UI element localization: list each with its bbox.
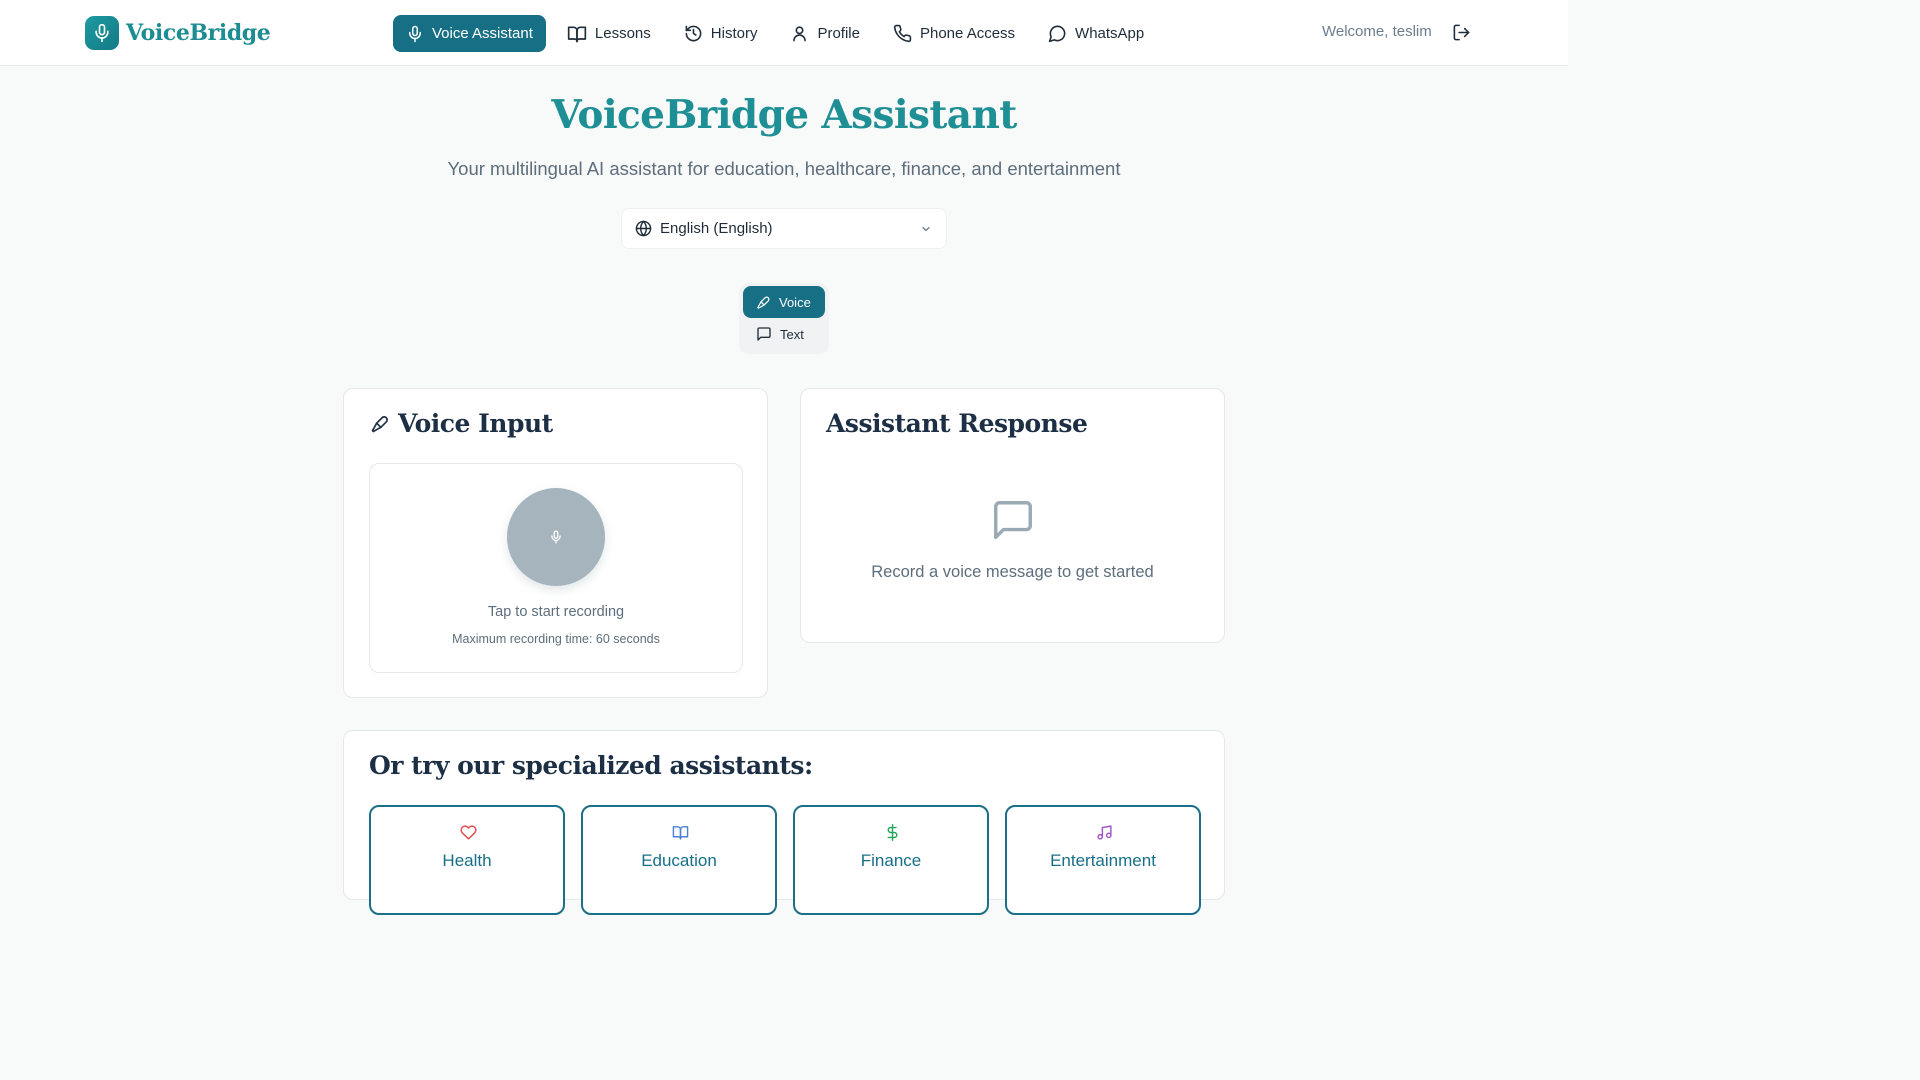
main-nav: Voice Assistant Lessons History Profile … [393,15,1165,52]
mode-voice-button[interactable]: Voice [743,286,825,318]
mic-icon [549,530,563,544]
history-icon [684,24,711,43]
nav-profile[interactable]: Profile [778,15,872,52]
assistant-label: Education [641,851,717,870]
logout-icon[interactable] [1452,23,1471,42]
nav-label: Voice Assistant [432,25,533,42]
assistant-finance-button[interactable]: Finance [793,805,989,915]
assistant-education-button[interactable]: Education [581,805,777,915]
microphone-icon [370,414,398,434]
brand-logo-link[interactable]: VoiceBridge [85,16,271,50]
nav-whatsapp[interactable]: WhatsApp [1036,15,1156,52]
nav-label: Phone Access [919,25,1016,42]
phone-icon [893,24,920,43]
dollar-icon [884,824,901,841]
mode-text-label: Text [780,326,804,342]
globe-icon [635,220,652,237]
assistant-response-card: Assistant Response Record a voice messag… [800,388,1225,643]
book-open-icon [567,24,595,44]
chat-bubble-icon [1048,24,1075,43]
book-open-icon [672,824,689,841]
welcome-text: Welcome, teslim [1322,23,1432,40]
chevron-down-icon [920,223,932,235]
chat-bubble-icon [756,326,780,342]
user-icon [790,24,817,43]
page-subtitle: Your multilingual AI assistant for educa… [447,158,1121,179]
nav-label: Profile [817,25,860,42]
page-title: VoiceBridge Assistant [551,92,1017,138]
message-square-icon [990,497,1036,543]
language-select[interactable]: English (English) [621,208,947,249]
max-recording-time: Maximum recording time: 60 seconds [452,632,660,646]
heart-icon [460,824,477,841]
record-button[interactable] [507,488,605,586]
nav-voice-assistant[interactable]: Voice Assistant [393,15,546,52]
brand-name: VoiceBridge [126,20,271,46]
mode-text-button[interactable]: Text [743,318,825,350]
assistant-entertainment-button[interactable]: Entertainment [1005,805,1201,915]
mic-icon [406,25,432,43]
specialized-assistants-card: Or try our specialized assistants: Healt… [343,730,1225,915]
nav-history[interactable]: History [672,15,770,52]
record-hint: Tap to start recording [487,604,625,620]
recording-area: Tap to start recording Maximum recording… [369,463,743,673]
response-empty-text: Record a voice message to get started [871,563,1154,581]
assistant-label: Finance [860,851,922,870]
assistant-health-button[interactable]: Health [369,805,565,915]
assistant-label: Health [442,851,492,870]
input-mode-toggle: Voice Text [739,283,829,354]
nav-lessons[interactable]: Lessons [555,15,663,52]
nav-label: WhatsApp [1075,25,1145,42]
assistant-label: Entertainment [1050,851,1156,870]
top-navigation-bar: VoiceBridge Voice Assistant Lessons Hist… [0,0,1568,66]
voice-input-heading: Voice Input [370,409,553,438]
microphone-icon [756,295,779,310]
voice-input-title: Voice Input [398,409,553,438]
specialized-assistants-title: Or try our specialized assistants: [369,751,813,780]
nav-label: History [710,25,758,42]
mode-voice-label: Voice [779,294,811,310]
language-select-value: English (English) [660,220,773,237]
nav-label: Lessons [594,25,651,42]
mic-icon [85,16,119,50]
voice-input-card: Voice Input Tap to start recording Maxim… [343,388,768,698]
nav-phone-access[interactable]: Phone Access [881,15,1027,52]
assistant-response-title: Assistant Response [826,409,1088,438]
music-icon [1096,824,1113,841]
